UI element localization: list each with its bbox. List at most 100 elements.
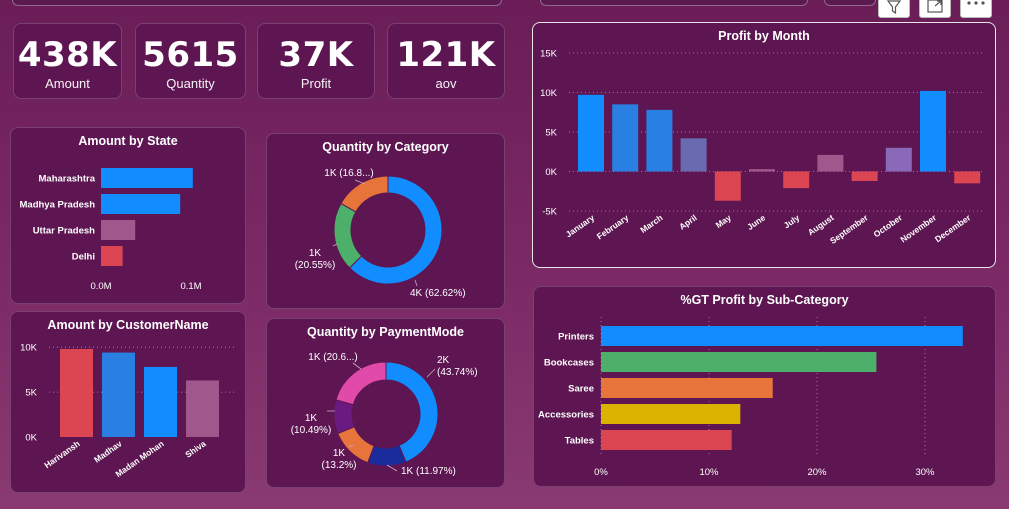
bar bbox=[60, 348, 93, 437]
y-tick-label: -5K bbox=[542, 207, 557, 218]
data-label: 1K (10.49%) bbox=[291, 413, 332, 436]
category-label: Shiva bbox=[183, 438, 208, 459]
amount-by-customer-chart: 0K5K10KHarivansh MadhavMadan Mohan Shiva bbox=[20, 343, 237, 479]
category-label: February bbox=[595, 212, 631, 241]
category-label: December bbox=[933, 212, 973, 244]
chart-card-gt-profit-by-subcategory[interactable]: %GT Profit by Sub-Category 0% 10% 20% 30% Pr… bbox=[533, 286, 996, 487]
focus-mode-icon[interactable] bbox=[919, 0, 951, 18]
slice bbox=[335, 361, 387, 406]
data-label: 1K (20.55%) bbox=[295, 248, 336, 271]
kpi-label: Quantity bbox=[166, 76, 215, 91]
category-label: Madhya Pradesh bbox=[20, 200, 96, 211]
category-label: Harivansh bbox=[42, 438, 81, 470]
bar bbox=[601, 326, 963, 346]
x-tick-label: 0.0M bbox=[90, 281, 111, 292]
y-tick-label: 10K bbox=[20, 343, 38, 354]
y-tick-label: 0K bbox=[25, 433, 37, 444]
data-label: 1K (20.6...) bbox=[308, 352, 357, 363]
bar bbox=[101, 220, 136, 240]
category-label: Saree bbox=[568, 384, 594, 395]
kpi-card-amount: 438K Amount bbox=[13, 23, 122, 99]
chart-card-profit-by-month[interactable]: Profit by Month -5K 0K 5K 10K 15K January Febr… bbox=[532, 22, 996, 268]
kpi-label: aov bbox=[435, 76, 457, 91]
category-label: Accessories bbox=[538, 410, 594, 421]
category-label: March bbox=[638, 212, 664, 235]
quantity-by-paymentmode-chart: 2K (43.74%)1K (11.97%)1K (13.2%)1K (10.49%)… bbox=[291, 352, 478, 477]
x-tick-label: 0.1M bbox=[180, 281, 201, 292]
bar bbox=[601, 352, 877, 372]
bar bbox=[749, 169, 775, 172]
category-label: November bbox=[898, 212, 938, 244]
slice bbox=[333, 202, 363, 269]
category-label: May bbox=[714, 212, 734, 230]
filter-icon[interactable] bbox=[878, 0, 910, 18]
kpi-value: 121K bbox=[396, 35, 496, 75]
category-label: April bbox=[677, 212, 699, 231]
category-label: September bbox=[828, 212, 870, 246]
more-options-icon[interactable] bbox=[960, 0, 992, 18]
y-tick-label: 0K bbox=[545, 167, 557, 178]
top-card-strip-left bbox=[12, 0, 502, 6]
chart-title: %GT Profit by Sub-Category bbox=[680, 293, 849, 307]
chart-card-quantity-by-paymentmode[interactable]: Quantity by PaymentMode 2K (43.74%) 1K (11… bbox=[266, 318, 505, 488]
slice bbox=[340, 175, 389, 213]
category-label: Uttar Pradesh bbox=[33, 226, 95, 237]
y-tick-label: 5K bbox=[25, 388, 37, 399]
kpi-value: 37K bbox=[278, 35, 354, 75]
kpi-card-aov: 121K aov bbox=[387, 23, 505, 99]
bar bbox=[920, 90, 946, 172]
bar bbox=[102, 352, 135, 437]
category-label: June bbox=[745, 212, 767, 232]
bar bbox=[817, 154, 844, 172]
y-tick-label: 15K bbox=[540, 49, 558, 60]
category-label: January bbox=[564, 212, 597, 239]
amount-by-state-chart: Maharashtra Madhya Pradesh Uttar Pradesh De… bbox=[20, 168, 202, 292]
kpi-label: Amount bbox=[45, 76, 90, 91]
bar bbox=[578, 94, 604, 172]
bar bbox=[612, 104, 639, 172]
category-label: August bbox=[806, 212, 836, 237]
bar bbox=[101, 246, 123, 266]
leader-line bbox=[352, 362, 362, 370]
bar bbox=[885, 147, 912, 172]
x-tick-label: 10% bbox=[699, 467, 719, 478]
kpi-label: Profit bbox=[300, 76, 332, 91]
kpi-value: 438K bbox=[17, 35, 118, 75]
slice bbox=[333, 399, 356, 435]
top-card-strip-right bbox=[540, 0, 808, 6]
category-label: Printers bbox=[558, 332, 594, 343]
category-label: Madhav bbox=[92, 438, 124, 464]
y-tick-label: 10K bbox=[540, 88, 558, 99]
chart-card-quantity-by-category[interactable]: Quantity by Category 4K (62.62%) 1K (20.55… bbox=[266, 133, 505, 309]
data-label: 1K (16.8...) bbox=[324, 168, 373, 179]
bar bbox=[954, 171, 981, 184]
x-tick-label: 0% bbox=[594, 467, 608, 478]
bar bbox=[646, 109, 673, 172]
data-label: 1K (11.97%) bbox=[401, 466, 456, 477]
chart-card-amount-by-state[interactable]: Amount by State Maharashtra Madhya Prades… bbox=[10, 127, 246, 304]
chart-title: Quantity by PaymentMode bbox=[307, 325, 464, 339]
chart-title: Amount by CustomerName bbox=[47, 318, 209, 332]
chart-title: Amount by State bbox=[78, 134, 178, 148]
bar bbox=[601, 430, 732, 450]
bar bbox=[783, 171, 810, 189]
leader-line bbox=[414, 279, 418, 287]
data-label: 2K (43.74%) bbox=[437, 355, 478, 378]
chart-card-amount-by-customer[interactable]: Amount by CustomerName 0K 5K 10K Harivansh M… bbox=[10, 311, 246, 493]
bar bbox=[101, 168, 193, 188]
bar bbox=[680, 138, 707, 172]
data-label: 4K (62.62%) bbox=[410, 288, 466, 299]
bar bbox=[714, 171, 741, 201]
category-label: July bbox=[782, 212, 802, 230]
category-label: Maharashtra bbox=[39, 174, 96, 185]
gt-profit-by-subcategory-chart: 0% 10% 20% 30% Printers Bookcases Saree Accesso… bbox=[538, 317, 963, 478]
bar bbox=[601, 378, 773, 398]
x-tick-label: 30% bbox=[915, 467, 935, 478]
category-label: Bookcases bbox=[544, 358, 594, 369]
kpi-card-profit: 37K Profit bbox=[257, 23, 375, 99]
chart-title: Quantity by Category bbox=[322, 140, 449, 154]
bar bbox=[851, 171, 878, 181]
y-tick-label: 5K bbox=[545, 128, 557, 139]
profit-by-month-chart: -5K 0K 5K 10K 15K JanuaryFebruary March April Ma… bbox=[540, 49, 985, 246]
bar bbox=[101, 194, 181, 214]
